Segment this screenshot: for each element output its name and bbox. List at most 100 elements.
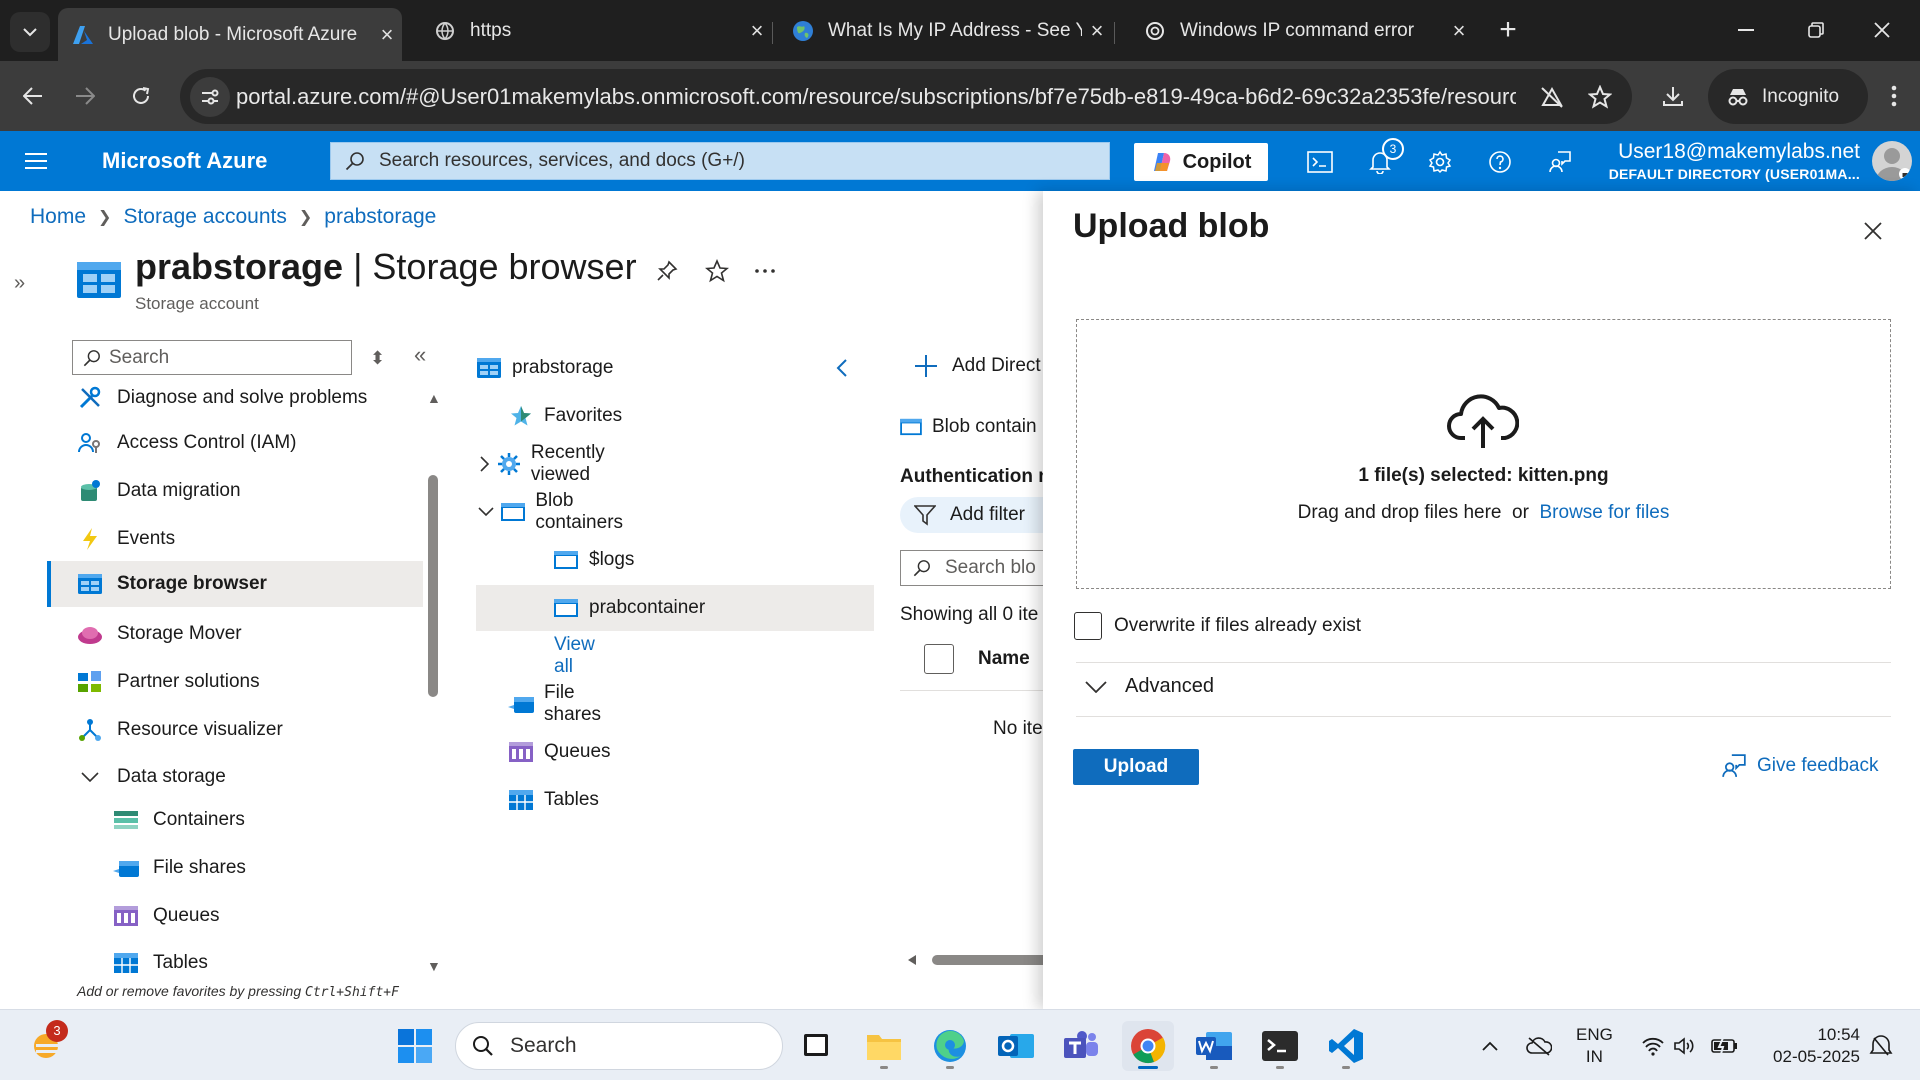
taskbar-word[interactable] [1188, 1021, 1240, 1071]
account-info[interactable]: User18@makemylabs.net DEFAULT DIRECTORY … [1600, 140, 1860, 182]
menu-scrollbar[interactable] [428, 475, 438, 697]
incognito-indicator[interactable]: Incognito [1708, 69, 1868, 124]
collapse-menu-icon[interactable]: « [414, 342, 426, 368]
taskbar-vscode[interactable] [1320, 1021, 1372, 1071]
menu-item-diagnose[interactable]: Diagnose and solve problems [47, 375, 423, 421]
restore-button[interactable] [1786, 10, 1846, 50]
cloud-shell-button[interactable] [1302, 144, 1338, 180]
menu-scroll-down-icon[interactable]: ▼ [427, 958, 441, 974]
system-clock[interactable]: 10:54 02-05-2025 [1748, 1024, 1860, 1068]
battery-icon[interactable] [1710, 1032, 1740, 1060]
eye-off-icon[interactable] [1536, 81, 1568, 113]
taskbar-outlook[interactable] [990, 1021, 1042, 1071]
browse-files-link[interactable]: Browse for files [1540, 502, 1670, 523]
content-horizontal-scrollbar[interactable] [908, 953, 1048, 967]
menu-item-containers[interactable]: Containers [47, 797, 423, 843]
menu-item-queues[interactable]: Queues [47, 893, 423, 939]
tab-windows-ip-error[interactable]: Windows IP command error × [1130, 8, 1474, 53]
start-button[interactable] [389, 1021, 441, 1071]
upload-button[interactable]: Upload [1073, 749, 1199, 785]
global-search-input[interactable]: Search resources, services, and docs (G+… [330, 142, 1110, 180]
file-drop-zone[interactable]: 1 file(s) selected: kitten.png Drag and … [1076, 319, 1891, 589]
portal-menu-button[interactable] [18, 147, 54, 175]
taskbar-task-view[interactable] [790, 1021, 842, 1071]
tab-search-button[interactable] [10, 12, 50, 52]
taskbar-file-explorer[interactable] [858, 1021, 910, 1071]
settings-button[interactable] [1422, 144, 1458, 180]
tab-upload-blob[interactable]: Upload blob - Microsoft Azure × [58, 8, 402, 61]
menu-item-storage-mover[interactable]: Storage Mover [47, 611, 423, 657]
breadcrumb-storage-accounts[interactable]: Storage accounts [123, 205, 286, 229]
blob-container-crumb[interactable]: Blob contain [900, 416, 1037, 438]
tree-recently-viewed[interactable]: Recently viewed [478, 441, 618, 487]
breadcrumb-resource[interactable]: prabstorage [324, 205, 436, 229]
taskbar-terminal[interactable] [1254, 1021, 1306, 1071]
overwrite-option[interactable]: Overwrite if files already exist [1074, 612, 1361, 640]
help-button[interactable] [1482, 144, 1518, 180]
close-tab-icon[interactable]: × [372, 22, 402, 48]
browser-menu-button[interactable] [1876, 75, 1912, 117]
close-tab-icon[interactable]: × [742, 18, 772, 44]
taskbar-edge[interactable] [924, 1021, 976, 1071]
more-actions-button[interactable] [750, 256, 780, 286]
show-hidden-icons[interactable] [1475, 1032, 1505, 1060]
taskbar-teams[interactable] [1056, 1021, 1108, 1071]
tree-tables[interactable]: Tables [508, 777, 599, 823]
menu-item-events[interactable]: Events [47, 516, 423, 562]
search-blobs-input[interactable]: Search blo [900, 550, 1045, 586]
pin-button[interactable] [652, 256, 682, 286]
menu-search-input[interactable]: Search [72, 340, 352, 375]
tree-file-shares[interactable]: File shares [508, 681, 601, 727]
back-button[interactable] [12, 75, 54, 117]
close-panel-button[interactable] [1853, 211, 1893, 251]
forward-button[interactable] [64, 75, 106, 117]
menu-scroll-up-icon[interactable]: ▲ [427, 390, 441, 406]
add-filter-button[interactable]: Add filter [900, 497, 1045, 533]
tree-root-prabstorage[interactable]: prabstorage [476, 345, 613, 391]
notification-center-icon[interactable] [1866, 1032, 1896, 1060]
tree-view-all-link[interactable]: View all [554, 633, 595, 679]
copilot-button[interactable]: Copilot [1134, 143, 1268, 181]
advanced-section-toggle[interactable]: Advanced [1085, 675, 1214, 698]
expand-menu-icon[interactable]: » [14, 272, 25, 295]
site-info-button[interactable] [190, 77, 230, 117]
tree-favorites[interactable]: Favorites [508, 393, 622, 439]
menu-item-data-migration[interactable]: Data migration [47, 468, 423, 514]
tab-https[interactable]: https × [420, 8, 772, 53]
new-tab-button[interactable]: + [1490, 12, 1526, 48]
tree-container-logs[interactable]: $logs [553, 537, 634, 583]
overwrite-checkbox[interactable] [1074, 612, 1102, 640]
menu-item-storage-browser[interactable]: Storage browser [47, 561, 423, 607]
select-all-checkbox[interactable] [924, 644, 954, 674]
sort-icon[interactable]: ⬍ [370, 348, 385, 369]
minimize-button[interactable] [1716, 10, 1776, 50]
tree-blob-containers[interactable]: Blob containers [478, 489, 632, 535]
menu-item-access-control[interactable]: Access Control (IAM) [47, 420, 423, 466]
downloads-button[interactable] [1652, 75, 1694, 117]
menu-item-file-shares[interactable]: File shares [47, 845, 423, 891]
azure-brand[interactable]: Microsoft Azure [102, 148, 267, 174]
url-text[interactable]: portal.azure.com/#@User01makemylabs.onmi… [236, 84, 1516, 110]
language-indicator[interactable]: ENG IN [1576, 1024, 1613, 1068]
menu-group-data-storage[interactable]: Data storage [47, 754, 423, 800]
give-feedback-link[interactable]: Give feedback [1721, 753, 1878, 779]
favorite-button[interactable] [702, 256, 732, 286]
close-tab-icon[interactable]: × [1444, 18, 1474, 44]
onedrive-offline-icon[interactable] [1524, 1032, 1554, 1060]
taskbar-search-box[interactable]: Search [455, 1022, 783, 1070]
add-directory-button[interactable]: Add Direct [914, 354, 1041, 378]
menu-item-resource-visualizer[interactable]: Resource visualizer [47, 707, 423, 753]
breadcrumb-home[interactable]: Home [30, 205, 86, 229]
tree-queues[interactable]: Queues [508, 729, 611, 775]
menu-item-tables[interactable]: Tables [47, 940, 423, 975]
reload-button[interactable] [120, 75, 162, 117]
avatar[interactable] [1872, 141, 1912, 181]
collapse-tree-icon[interactable] [836, 358, 848, 378]
volume-icon[interactable] [1670, 1032, 1700, 1060]
tree-container-prabcontainer[interactable]: prabcontainer [476, 585, 874, 631]
close-tab-icon[interactable]: × [1082, 18, 1112, 44]
menu-item-partner-solutions[interactable]: Partner solutions [47, 659, 423, 705]
taskbar-chrome[interactable] [1122, 1021, 1174, 1071]
tab-what-is-my-ip[interactable]: What Is My IP Address - See Yo × [778, 8, 1112, 53]
notifications-button[interactable]: 3 [1362, 138, 1404, 180]
